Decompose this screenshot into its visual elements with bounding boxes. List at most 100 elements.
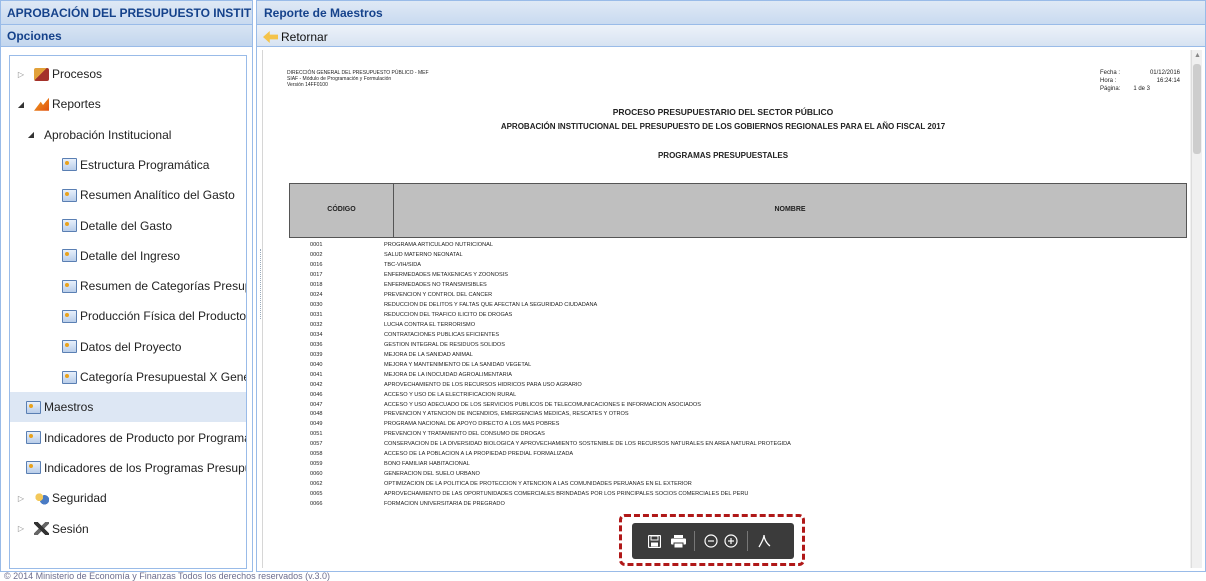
tree-item-label: Detalle del Ingreso xyxy=(80,248,181,263)
row-name: ACCESO DE LA POBLACION A LA PROPIEDAD PR… xyxy=(384,451,574,458)
report-subtitle: APROBACIÓN INSTITUCIONAL DEL PRESUPUESTO… xyxy=(500,122,946,131)
row-name: CONSERVACION DE LA DIVERSIDAD BIOLOGICA … xyxy=(384,441,791,448)
panel-splitter[interactable] xyxy=(257,249,261,319)
tree-item-indicadores-de-producto-por-programa[interactable]: Indicadores de Producto por Programa xyxy=(10,423,246,453)
save-icon[interactable] xyxy=(644,531,664,551)
row-code: 0059 xyxy=(310,461,323,468)
zoom-out-icon[interactable] xyxy=(701,531,721,551)
expand-arrow-icon[interactable]: ▷ xyxy=(16,70,26,79)
hora-value: 16:24:14 xyxy=(1156,78,1180,84)
row-name: PROGRAMA NACIONAL DE APOYO DIRECTO A LOS… xyxy=(384,421,560,428)
report-panel-title: Reporte de Maestros xyxy=(257,1,1205,25)
table-row: 0059 BONO FAMILIAR HABITACIONAL xyxy=(263,459,1191,469)
tree-item-sesión[interactable]: ▷ Sesión xyxy=(10,514,246,544)
report-panel: Reporte de Maestros Retornar DIRECCIÓN G… xyxy=(256,0,1206,572)
column-header-nombre: NOMBRE xyxy=(774,206,806,213)
tree-item-resumen-analítico-del-gasto[interactable]: Resumen Analítico del Gasto xyxy=(10,180,246,210)
collapse-arrow-icon[interactable]: ◢ xyxy=(26,130,36,139)
tree-item-seguridad[interactable]: ▷ Seguridad xyxy=(10,483,246,513)
row-name: GENERACION DEL SUELO URBANO xyxy=(384,471,480,478)
report-icon xyxy=(62,309,77,323)
tree-item-estructura-programática[interactable]: Estructura Programática xyxy=(10,150,246,180)
tree-item-categoría-presupuestal-x-generica[interactable]: Categoría Presupuestal X Generica xyxy=(10,362,246,392)
table-row: 0039 MEJORA DE LA SANIDAD ANIMAL xyxy=(263,350,1191,360)
table-row: 0016 TBC-VIH/SIDA xyxy=(263,260,1191,270)
table-row: 0049 PROGRAMA NACIONAL DE APOYO DIRECTO A… xyxy=(263,419,1191,429)
tree-item-aprobación-institucional[interactable]: ◢ Aprobación Institucional xyxy=(10,120,246,150)
procesos-icon xyxy=(34,67,49,81)
report-icon xyxy=(62,370,77,384)
tree-item-producción-física-del-producto[interactable]: Producción Física del Producto xyxy=(10,301,246,331)
report-icon xyxy=(62,340,77,354)
pdf-viewer[interactable]: DIRECCIÓN GENERAL DEL PRESUPUESTO PÚBLIC… xyxy=(262,50,1202,568)
table-row: 0046 ACCESO Y USO DE LA ELECTRIFICACION R… xyxy=(263,390,1191,400)
table-row: 0057 CONSERVACION DE LA DIVERSIDAD BIOLOG… xyxy=(263,439,1191,449)
tree-item-procesos[interactable]: ▷ Procesos xyxy=(10,59,246,89)
row-name: ENFERMEDADES METAXENICAS Y ZOONOSIS xyxy=(384,271,509,278)
back-button[interactable]: Retornar xyxy=(263,30,328,44)
hora-label: Hora : xyxy=(1100,78,1117,84)
tree-item-reportes[interactable]: ◢ Reportes xyxy=(10,89,246,119)
tree-item-label: Maestros xyxy=(44,400,94,415)
table-row: 0024 PREVENCION Y CONTROL DEL CANCER xyxy=(263,290,1191,300)
navigation-panel: APROBACIÓN DEL PRESUPUESTO INSTITUCIONAL… xyxy=(0,0,253,572)
report-icon xyxy=(62,158,77,172)
row-code: 0001 xyxy=(310,242,323,248)
toolbar-divider xyxy=(694,531,695,551)
tree-item-maestros[interactable]: Maestros xyxy=(10,392,246,423)
tree-item-label: Producción Física del Producto xyxy=(80,309,247,324)
row-code: 0062 xyxy=(310,481,323,488)
zoom-in-icon[interactable] xyxy=(721,531,741,551)
options-header[interactable]: Opciones xyxy=(1,25,252,47)
row-code: 0036 xyxy=(310,341,323,348)
row-name: ACCESO Y USO ADECUADO DE LOS SERVICIOS P… xyxy=(384,401,701,408)
row-code: 0017 xyxy=(310,271,323,278)
tree-item-label: Sesión xyxy=(52,521,89,536)
tree-item-label: Indicadores de Producto por Programa xyxy=(44,430,247,445)
scroll-up-icon[interactable]: ▲ xyxy=(1194,52,1201,59)
row-name: BONO FAMILIAR HABITACIONAL xyxy=(384,461,470,468)
tree-item-label: Datos del Proyecto xyxy=(80,339,182,354)
fecha-value: 01/12/2016 xyxy=(1149,70,1180,76)
row-code: 0032 xyxy=(310,321,323,328)
row-name: PREVENCION Y CONTROL DEL CANCER xyxy=(384,291,493,298)
report-icon xyxy=(26,400,41,414)
collapse-arrow-icon[interactable]: ◢ xyxy=(16,100,26,109)
row-code: 0046 xyxy=(310,391,323,398)
print-icon[interactable] xyxy=(668,531,688,551)
row-code: 0018 xyxy=(310,281,323,288)
row-code: 0047 xyxy=(310,401,323,408)
tree-item-detalle-del-gasto[interactable]: Detalle del Gasto xyxy=(10,211,246,241)
report-section-title: PROGRAMAS PRESUPUESTALES xyxy=(657,151,789,160)
table-row: 0001 PROGRAMA ARTICULADO NUTRICIONAL xyxy=(263,240,1191,250)
column-header-codigo: CÓDIGO xyxy=(290,184,394,237)
expand-arrow-icon[interactable]: ▷ xyxy=(16,524,26,533)
row-name: MEJORA DE LA SANIDAD ANIMAL xyxy=(384,351,473,358)
tree-item-indicadores-de-los-programas-presupuestales[interactable]: Indicadores de los Programas Presupuesta… xyxy=(10,453,246,483)
seguridad-icon xyxy=(34,491,49,505)
tree-item-label: Categoría Presupuestal X Generica xyxy=(80,370,246,384)
tree-item-label: Procesos xyxy=(52,67,103,81)
table-row: 0031 REDUCCION DEL TRAFICO ILICITO DE DRO… xyxy=(263,310,1191,320)
expand-arrow-icon[interactable]: ▷ xyxy=(16,494,26,503)
pdf-floating-toolbar xyxy=(632,523,794,559)
row-name: REDUCCION DE DELITOS Y FALTAS QUE AFECTA… xyxy=(384,301,598,308)
row-name: MEJORA Y MANTENIMIENTO DE LA SANIDAD VEG… xyxy=(384,361,532,368)
table-row: 0042 APROVECHAMIENTO DE LOS RECURSOS HIDR… xyxy=(263,380,1191,390)
vertical-scrollbar[interactable]: ▲ xyxy=(1191,50,1202,568)
tree-item-resumen-de-categorías-presupuestales[interactable]: Resumen de Categorías Presupuestales xyxy=(10,271,246,301)
row-name: APROVECHAMIENTO DE LAS OPORTUNIDADES COM… xyxy=(384,491,749,498)
row-code: 0041 xyxy=(310,371,323,378)
app-title: APROBACIÓN DEL PRESUPUESTO INSTITUCIONAL xyxy=(1,1,252,25)
row-name: MEJORA DE LA INOCUIDAD AGROALIMENTARIA xyxy=(384,371,512,378)
row-code: 0042 xyxy=(310,381,323,388)
row-code: 0057 xyxy=(310,441,323,448)
scroll-thumb[interactable] xyxy=(1193,64,1201,154)
row-code: 0048 xyxy=(310,411,323,418)
toolbar-divider xyxy=(747,531,748,551)
table-row: 0065 APROVECHAMIENTO DE LAS OPORTUNIDADES… xyxy=(263,489,1191,499)
tree-item-detalle-del-ingreso[interactable]: Detalle del Ingreso xyxy=(10,241,246,271)
acrobat-icon[interactable] xyxy=(754,531,774,551)
tree-item-datos-del-proyecto[interactable]: Datos del Proyecto xyxy=(10,332,246,362)
row-code: 0002 xyxy=(310,251,323,258)
